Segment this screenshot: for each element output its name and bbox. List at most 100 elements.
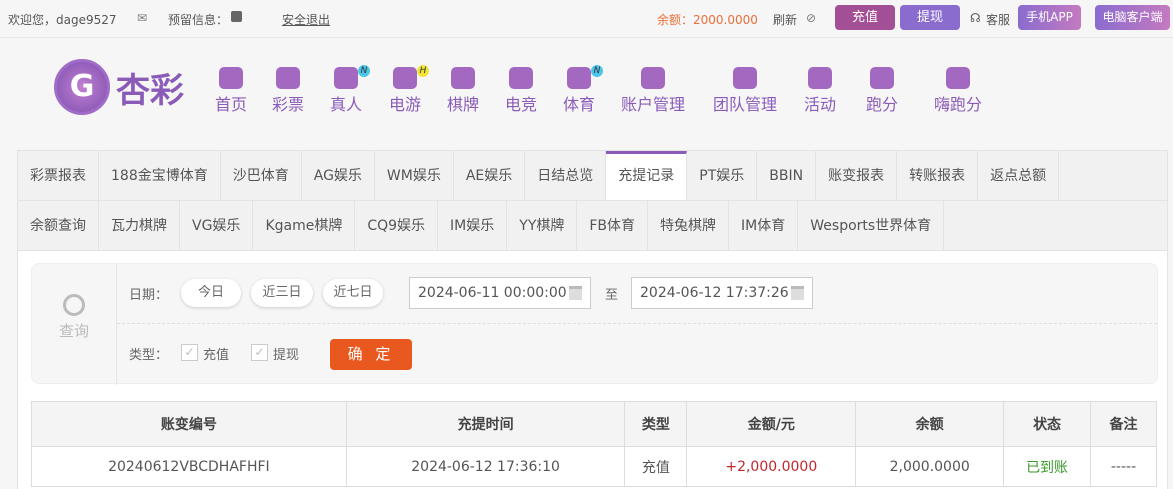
tab-row2-2[interactable]: VG娱乐	[180, 201, 254, 250]
tab-row1-4[interactable]: WM娱乐	[375, 151, 454, 200]
query-label: 查询	[58, 322, 89, 340]
table-cell: 2,000.0000	[855, 446, 1005, 487]
table-cell: 20240612VBCDHAFHFI	[31, 446, 347, 487]
tab-row1-7[interactable]: 充提记录	[606, 151, 688, 200]
tab-row2-7[interactable]: FB体育	[577, 201, 649, 250]
tab-row2-5[interactable]: IM娱乐	[438, 201, 508, 250]
today-button[interactable]: 今日	[181, 279, 241, 307]
balance-text: 余额：2000.0000	[657, 13, 758, 27]
tab-row2-3[interactable]: Kgame棋牌	[253, 201, 356, 250]
yen-icon	[641, 67, 665, 89]
tab-row2-4[interactable]: CQ9娱乐	[355, 201, 439, 250]
calendar-icon[interactable]	[569, 286, 582, 300]
recharge-button[interactable]: 充值	[835, 5, 895, 30]
confirm-button[interactable]: 确 定	[330, 339, 412, 370]
headset-icon: ☊	[970, 11, 981, 25]
tab-row1-2[interactable]: 沙巴体育	[221, 151, 302, 200]
logo-emblem-icon: G	[54, 59, 110, 115]
column-header: 金额/元	[686, 401, 857, 447]
tab-row2-1[interactable]: 瓦力棋牌	[99, 201, 180, 250]
date-label: 日期：	[129, 288, 169, 303]
tab-row1-8[interactable]: PT娱乐	[687, 151, 758, 200]
nav-item-label: 团队管理	[713, 95, 778, 114]
start-date-input[interactable]: 2024-06-11 00:00:00	[409, 277, 591, 309]
nav-item-7[interactable]: 账户管理	[621, 67, 685, 115]
gift-icon	[808, 67, 832, 89]
tab-row1-3[interactable]: AG娱乐	[302, 151, 375, 200]
column-header: 类型	[624, 401, 688, 447]
nav-item-label: 账户管理	[621, 95, 686, 114]
customer-service-link[interactable]: 客服	[986, 11, 1010, 28]
tab-row1-1[interactable]: 188金宝博体育	[99, 151, 221, 200]
nav-item-label: 首页	[215, 95, 248, 114]
column-header: 账变编号	[31, 401, 347, 447]
nav-item-label: 彩票	[272, 95, 305, 114]
table-cell: 充值	[624, 446, 688, 487]
home-icon	[219, 67, 243, 89]
nav-item-6[interactable]: N 体育	[563, 65, 603, 115]
mail-icon[interactable]: ✉	[137, 11, 147, 25]
table-cell: 已到账	[1003, 446, 1092, 487]
tab-row1-0[interactable]: 彩票报表	[18, 151, 99, 200]
tab-row2-8[interactable]: 特兔棋牌	[648, 201, 730, 250]
search-icon	[63, 294, 85, 316]
logout-link[interactable]: 安全退出	[282, 11, 330, 28]
nav-item-label: 电游	[389, 95, 422, 114]
to-label: 至	[605, 288, 619, 303]
nav-item-9[interactable]: 活动	[804, 67, 836, 115]
withdraw-checkbox-label: 提现	[273, 348, 300, 363]
tab-row1-10[interactable]: 账变报表	[816, 151, 898, 200]
last-3-days-button[interactable]: 近三日	[251, 279, 313, 307]
last-7-days-button[interactable]: 近七日	[323, 279, 383, 307]
tab-row1-5[interactable]: AE娱乐	[454, 151, 526, 200]
nav-item-label: 跑分	[866, 95, 899, 114]
withdraw-button[interactable]: 提现	[900, 5, 960, 30]
mobile-app-button[interactable]: 手机APP	[1018, 5, 1081, 30]
table-cell: 2024-06-12 17:36:10	[345, 446, 626, 487]
query-panel: 查询 日期： 今日 近三日 近七日 2024-06-11 00:00:00 至 …	[31, 263, 1158, 385]
tab-row2-0[interactable]: 余额查询	[18, 201, 99, 250]
gamepad-icon	[509, 67, 533, 89]
nav-item-3[interactable]: H 电游	[389, 65, 429, 115]
table-cell: +2,000.0000	[686, 446, 857, 487]
report-tabs: 彩票报表 188金宝博体育 沙巴体育 AG娱乐 WM娱乐 AE娱乐 日结总览 充提记录 PT娱乐…	[17, 150, 1168, 251]
nav-item-5[interactable]: 电竞	[505, 67, 537, 115]
column-header: 充提时间	[345, 401, 626, 447]
main-nav: G 杏彩 首页 彩票 N 真人 H 电游 棋牌 电竞 N 体育 账户管理 团队管理 活动 跑分 嗨跑分	[0, 55, 1173, 145]
tab-row2-9[interactable]: IM体育	[729, 201, 799, 250]
tab-row1-12[interactable]: 返点总额	[978, 151, 1060, 200]
tab-row2-6[interactable]: YY棋牌	[507, 201, 578, 250]
start-date-value: 2024-06-11 00:00:00	[418, 285, 567, 301]
table-row: 20240612VBCDHAFHFI 2024-06-12 17:36:10 充值 +…	[31, 446, 1157, 487]
nav-item-label: 嗨跑分	[934, 95, 983, 114]
logo[interactable]: G 杏彩	[54, 59, 184, 115]
column-header: 状态	[1003, 401, 1092, 447]
type-label: 类型：	[129, 348, 169, 363]
nav-item-8[interactable]: 团队管理	[713, 67, 777, 115]
recharge-checkbox[interactable]: ✓	[181, 344, 198, 361]
nav-item-label: 电竞	[505, 95, 538, 114]
nav-item-11[interactable]: 嗨跑分	[934, 67, 982, 115]
nav-item-4[interactable]: 棋牌	[447, 67, 479, 115]
table-cell: -----	[1090, 446, 1157, 487]
top-bar: 欢迎您，dage9527 ✉ 预留信息： 安全退出 余额：2000.0000 刷…	[0, 0, 1173, 38]
tab-row2-10[interactable]: Wesports世界体育	[798, 201, 945, 250]
edit-icon[interactable]	[231, 11, 242, 22]
pc-client-button[interactable]: 电脑客户端	[1095, 5, 1170, 30]
welcome-text: 欢迎您，dage9527	[8, 13, 117, 27]
refresh-link[interactable]: 刷新	[773, 11, 797, 28]
tab-row1-6[interactable]: 日结总览	[525, 151, 607, 200]
tab-row1-11[interactable]: 转账报表	[897, 151, 979, 200]
withdraw-checkbox[interactable]: ✓	[251, 344, 268, 361]
nav-item-10[interactable]: 跑分	[866, 67, 898, 115]
nav-item-1[interactable]: 彩票	[272, 67, 304, 115]
tab-row1-9[interactable]: BBIN	[757, 151, 817, 200]
eye-hidden-icon[interactable]: ⊘	[806, 11, 816, 25]
end-date-input[interactable]: 2024-06-12 17:37:26	[631, 277, 813, 309]
nav-item-label: 真人	[330, 95, 363, 114]
nav-item-2[interactable]: N 真人	[330, 65, 370, 115]
cards-icon	[451, 67, 475, 89]
calendar-icon[interactable]	[791, 286, 804, 300]
nav-badge: N	[591, 65, 603, 77]
nav-item-0[interactable]: 首页	[215, 67, 247, 115]
